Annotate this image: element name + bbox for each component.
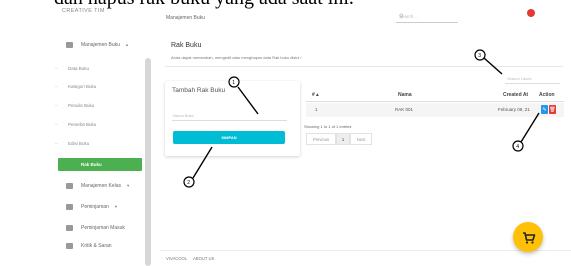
feedback-icon	[66, 243, 73, 249]
chevron-down-icon: ▾	[127, 183, 130, 188]
annotation-2-label: 2	[187, 180, 190, 186]
annotation-3: 3	[474, 49, 503, 75]
table-row: 1 RAK 001 February 09, 21	[306, 103, 564, 117]
footer-divider	[160, 250, 571, 251]
search-icon[interactable]: ⚲	[399, 13, 456, 20]
column-header-number[interactable]: # ▴	[312, 92, 319, 98]
shelf-name-placeholder: Nama Buku	[173, 113, 194, 118]
sidebar-item-manajemen-buku[interactable]: Manajemen Buku ▴	[66, 38, 128, 52]
sidebar-subitem-edisi-buku[interactable]: Edisi Buku	[55, 141, 89, 146]
table-info: Showing 1 to 1 of 1 entries	[304, 124, 352, 129]
topbar-title: Manajemen Buku	[166, 15, 205, 21]
brand-logo-text: CREATIVE TIM	[62, 8, 105, 14]
cell-name: RAK 001	[395, 107, 414, 112]
divider	[165, 66, 563, 67]
topbar-search-input[interactable]: Search... ⚲	[396, 11, 458, 23]
page-description: Anda dapat menambah, mengedit atau mengh…	[171, 55, 302, 60]
sidebar-subitem-kategori-buku[interactable]: Kategori Buku	[55, 84, 96, 89]
sidebar-item-label: Manajemen Buku	[81, 42, 120, 48]
caption-text: dan hapus rak buku yang ada saat ini.	[0, 0, 571, 8]
sidebar-subitem-data-buku[interactable]: Data Buku	[55, 66, 89, 71]
sidebar-item-label: Kritik & Saran	[81, 243, 112, 249]
cell-number: 1	[315, 107, 318, 112]
table-header: # ▴ Nama Created At Action	[306, 88, 564, 102]
sidebar-subitem-penulis-buku[interactable]: Penulis Buku	[55, 103, 94, 108]
borrow-icon	[66, 204, 73, 210]
book-icon	[66, 42, 73, 48]
pagination: Previous 1 Next	[306, 133, 372, 145]
page-title: Rak Buku	[171, 42, 202, 49]
column-header-name[interactable]: Nama	[398, 92, 412, 98]
next-page-button[interactable]: Next	[350, 133, 372, 145]
sidebar-item-peminjaman-masuk[interactable]: Peminjaman Masuk	[66, 221, 125, 235]
sidebar: Manajemen Buku ▴ Data Buku Kategori Buku…	[0, 0, 151, 266]
cart-icon	[523, 232, 536, 244]
save-button[interactable]: SIMPAN	[173, 131, 285, 144]
sidebar-item-peminjaman[interactable]: Peminjaman ▾	[66, 200, 117, 214]
chevron-up-icon: ▴	[125, 42, 129, 47]
previous-page-button[interactable]: Previous	[306, 133, 336, 145]
cart-fab-button[interactable]	[513, 222, 543, 252]
sidebar-item-label: Peminjaman	[81, 204, 109, 210]
sidebar-item-label: Manajemen Kelas	[81, 183, 122, 189]
edit-icon[interactable]: ✎	[541, 105, 548, 114]
sidebar-item-kritik-saran[interactable]: Kritik & Saran	[66, 239, 112, 253]
column-header-created-at[interactable]: Created At	[503, 92, 528, 98]
class-icon	[66, 183, 73, 189]
add-shelf-title: Tambah Rak Buku	[172, 87, 226, 94]
sidebar-scrollbar[interactable]	[145, 58, 151, 266]
table-search-input[interactable]: Search Lakes	[505, 73, 560, 84]
sidebar-subitem-penerbit-buku[interactable]: Penerbit Buku	[55, 122, 96, 127]
sidebar-subitem-rak-buku-active[interactable]: Rak Buku	[58, 158, 142, 171]
chevron-down-icon: ▾	[114, 204, 118, 209]
cell-created-at: February 09, 21	[498, 107, 530, 112]
footer-link-about-us[interactable]: ABOUT US	[193, 256, 214, 261]
annotation-3-label: 3	[478, 53, 481, 59]
table-search-placeholder: Search Lakes	[507, 76, 532, 81]
annotation-4: 4	[512, 112, 540, 152]
notification-icon[interactable]	[527, 9, 535, 17]
delete-icon[interactable]: 🗑	[549, 105, 556, 114]
shelf-name-input[interactable]: Nama Buku	[172, 110, 287, 121]
footer-link-vivacool[interactable]: VIVACOOL	[166, 256, 187, 261]
sidebar-item-label: Peminjaman Masuk	[81, 225, 125, 231]
column-header-action: Action	[539, 92, 555, 98]
sidebar-item-manajemen-kelas[interactable]: Manajemen Kelas ▾	[66, 179, 129, 193]
annotation-4-label: 4	[516, 144, 519, 150]
inbox-icon	[66, 225, 73, 231]
page-1-button[interactable]: 1	[336, 133, 350, 145]
